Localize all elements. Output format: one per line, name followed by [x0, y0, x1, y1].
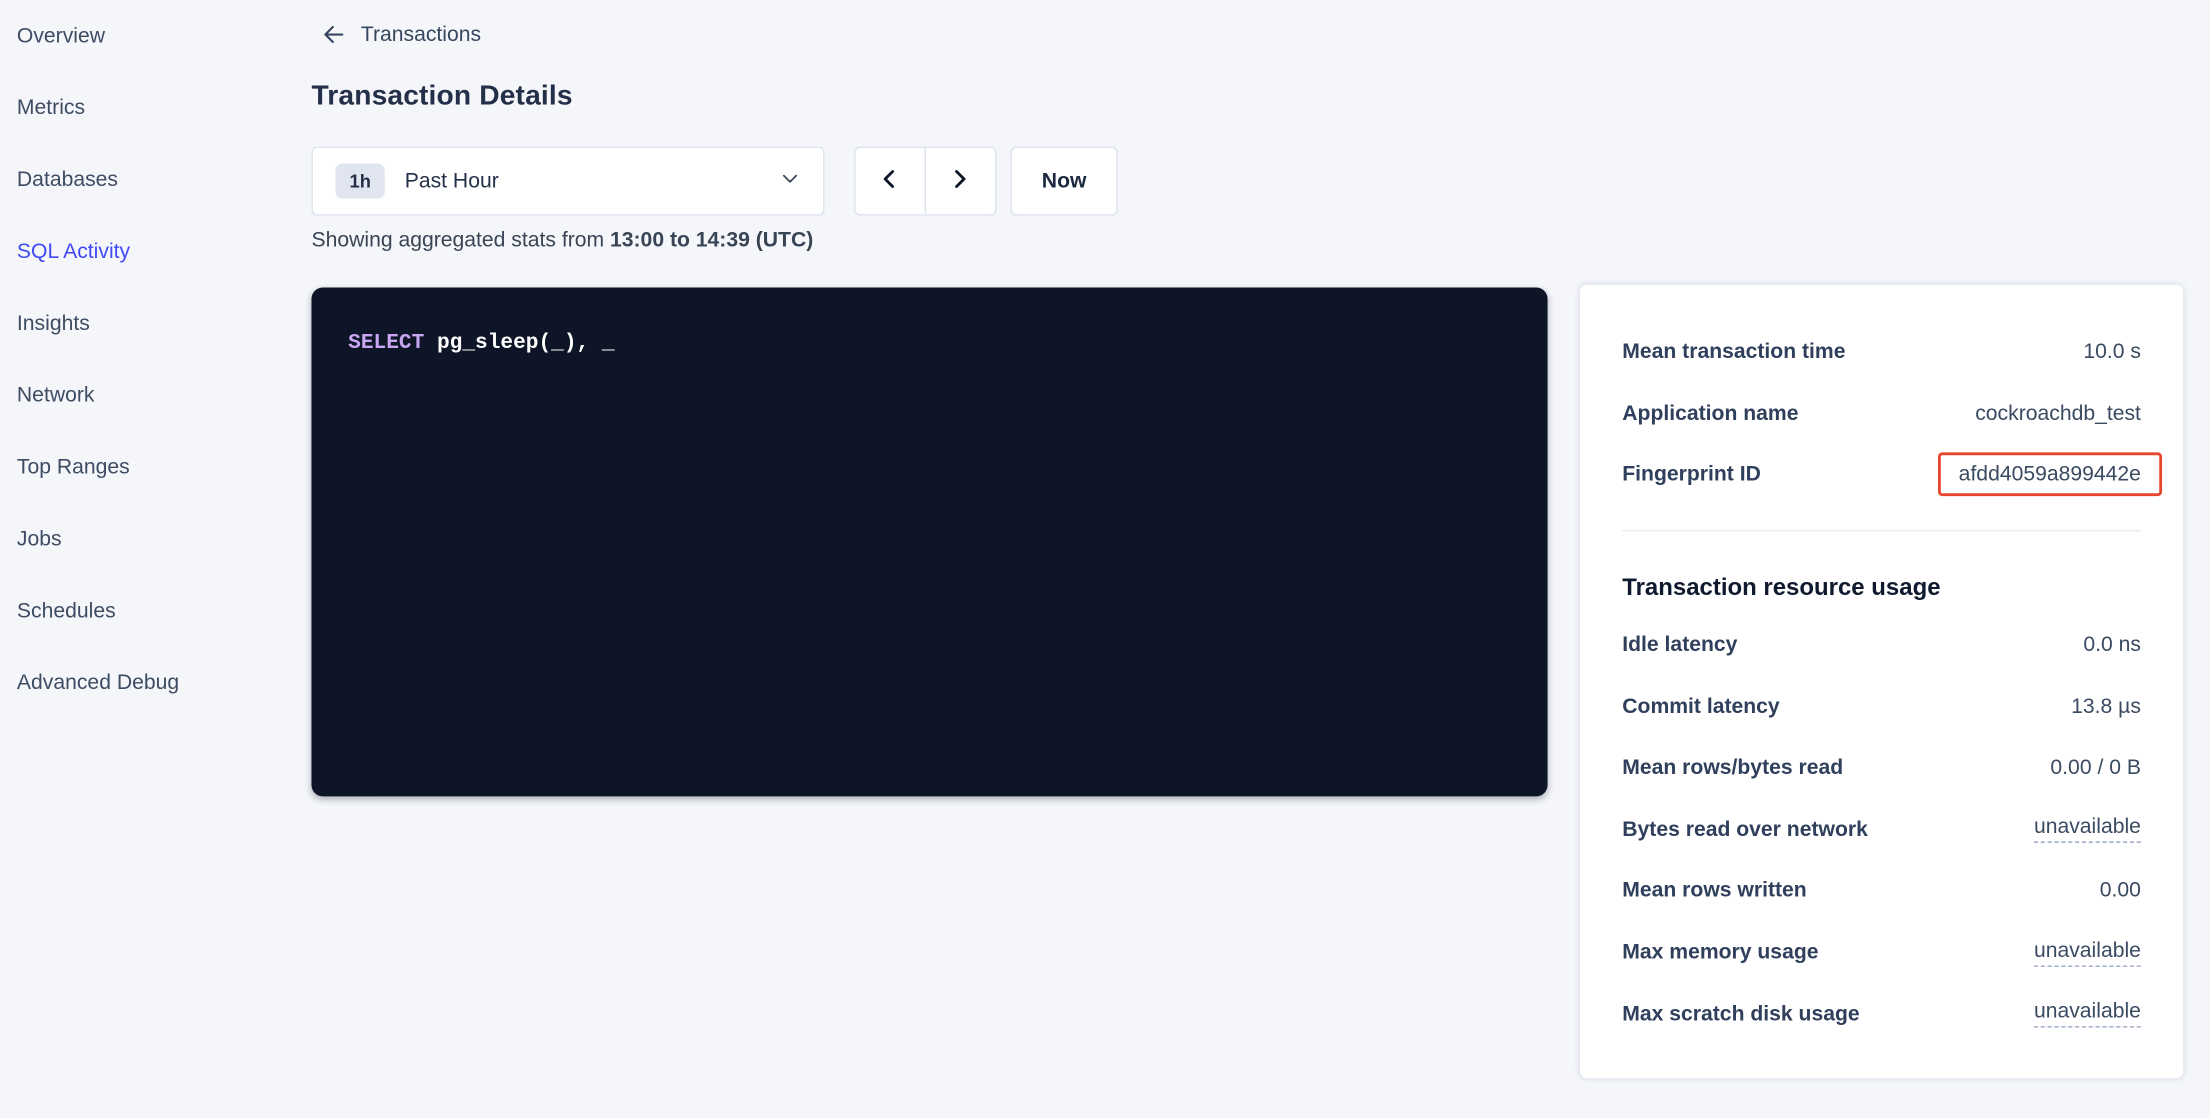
now-button[interactable]: Now	[1011, 147, 1118, 216]
resource-row-mean-rows-written: Mean rows written 0.00	[1622, 860, 2141, 921]
detail-row-fingerprint-id: Fingerprint ID afdd4059a899442e	[1622, 444, 2141, 505]
detail-row-mean-transaction-time: Mean transaction time 10.0 s	[1622, 321, 2141, 382]
detail-label: Max memory usage	[1622, 940, 1818, 964]
resource-row-max-memory-usage: Max memory usage unavailable	[1622, 921, 2141, 982]
resource-row-commit-latency: Commit latency 13.8 µs	[1622, 676, 2141, 737]
detail-value: 0.00	[2100, 879, 2141, 903]
detail-label: Bytes read over network	[1622, 817, 1868, 841]
detail-label: Max scratch disk usage	[1622, 1002, 1859, 1026]
detail-label: Mean rows/bytes read	[1622, 756, 1843, 780]
sql-body: pg_sleep(_), _	[424, 331, 614, 355]
detail-value: cockroachdb_test	[1975, 402, 2141, 426]
detail-label: Commit latency	[1622, 694, 1779, 718]
sidebar-item-schedules[interactable]: Schedules	[0, 575, 311, 647]
aggregated-stats-text: Showing aggregated stats from 13:00 to 1…	[311, 228, 813, 252]
detail-label: Mean transaction time	[1622, 340, 1845, 364]
transaction-details-card: Mean transaction time 10.0 s Application…	[1580, 285, 2183, 1079]
arrow-left-icon	[321, 23, 345, 47]
time-range-select[interactable]: 1h Past Hour	[311, 147, 824, 216]
fingerprint-value-highlight: afdd4059a899442e	[1938, 453, 2163, 497]
detail-label: Application name	[1622, 402, 1798, 426]
resource-row-max-scratch-disk-usage: Max scratch disk usage unavailable	[1622, 983, 2141, 1044]
card-divider	[1622, 530, 2141, 531]
unavailable-tooltip-value[interactable]: unavailable	[2034, 815, 2141, 843]
chevron-left-icon	[878, 168, 901, 195]
unavailable-tooltip-value[interactable]: unavailable	[2034, 999, 2141, 1027]
unavailable-tooltip-value[interactable]: unavailable	[2034, 938, 2141, 966]
time-step-buttons	[854, 147, 996, 216]
stats-text-prefix: Showing aggregated stats from	[311, 228, 610, 252]
detail-value: 0.00 / 0 B	[2050, 756, 2141, 780]
next-interval-button[interactable]	[925, 148, 995, 214]
sidebar-item-overview[interactable]: Overview	[0, 0, 311, 72]
resource-row-bytes-read-over-network: Bytes read over network unavailable	[1622, 799, 2141, 860]
detail-label: Mean rows written	[1622, 879, 1806, 903]
resource-row-idle-latency: Idle latency 0.0 ns	[1622, 614, 2141, 675]
detail-value: 0.0 ns	[2083, 633, 2141, 657]
detail-value: 13.8 µs	[2071, 694, 2141, 718]
sql-statement-box: SELECT pg_sleep(_), _	[311, 288, 1547, 797]
breadcrumb-label: Transactions	[361, 23, 481, 47]
previous-interval-button[interactable]	[856, 148, 926, 214]
stats-time-range: 13:00 to 14:39 (UTC)	[610, 228, 813, 252]
sidebar-item-databases[interactable]: Databases	[0, 144, 311, 216]
breadcrumb-back-link[interactable]: Transactions	[321, 23, 481, 47]
sidebar-item-jobs[interactable]: Jobs	[0, 503, 311, 575]
chevron-down-icon	[779, 167, 800, 195]
sql-statement: SELECT pg_sleep(_), _	[348, 331, 1511, 355]
sql-keyword: SELECT	[348, 331, 424, 355]
sidebar-item-top-ranges[interactable]: Top Ranges	[0, 431, 311, 503]
page-title: Transaction Details	[311, 80, 572, 112]
sidebar-item-metrics[interactable]: Metrics	[0, 72, 311, 144]
resource-row-mean-rows-bytes-read: Mean rows/bytes read 0.00 / 0 B	[1622, 737, 2141, 798]
detail-value: 10.0 s	[2083, 340, 2141, 364]
sidebar-item-sql-activity[interactable]: SQL Activity	[0, 216, 311, 288]
sidebar-item-network[interactable]: Network	[0, 359, 311, 431]
sidebar-item-insights[interactable]: Insights	[0, 288, 311, 360]
time-range-selected: Past Hour	[405, 169, 780, 193]
sidebar-item-advanced-debug[interactable]: Advanced Debug	[0, 647, 311, 719]
detail-label: Idle latency	[1622, 633, 1737, 657]
time-range-badge: 1h	[335, 163, 385, 198]
resource-usage-heading: Transaction resource usage	[1622, 573, 2141, 601]
detail-label: Fingerprint ID	[1622, 463, 1761, 487]
chevron-right-icon	[949, 168, 972, 195]
sidebar: Overview Metrics Databases SQL Activity …	[0, 0, 311, 1118]
detail-row-application-name: Application name cockroachdb_test	[1622, 383, 2141, 444]
